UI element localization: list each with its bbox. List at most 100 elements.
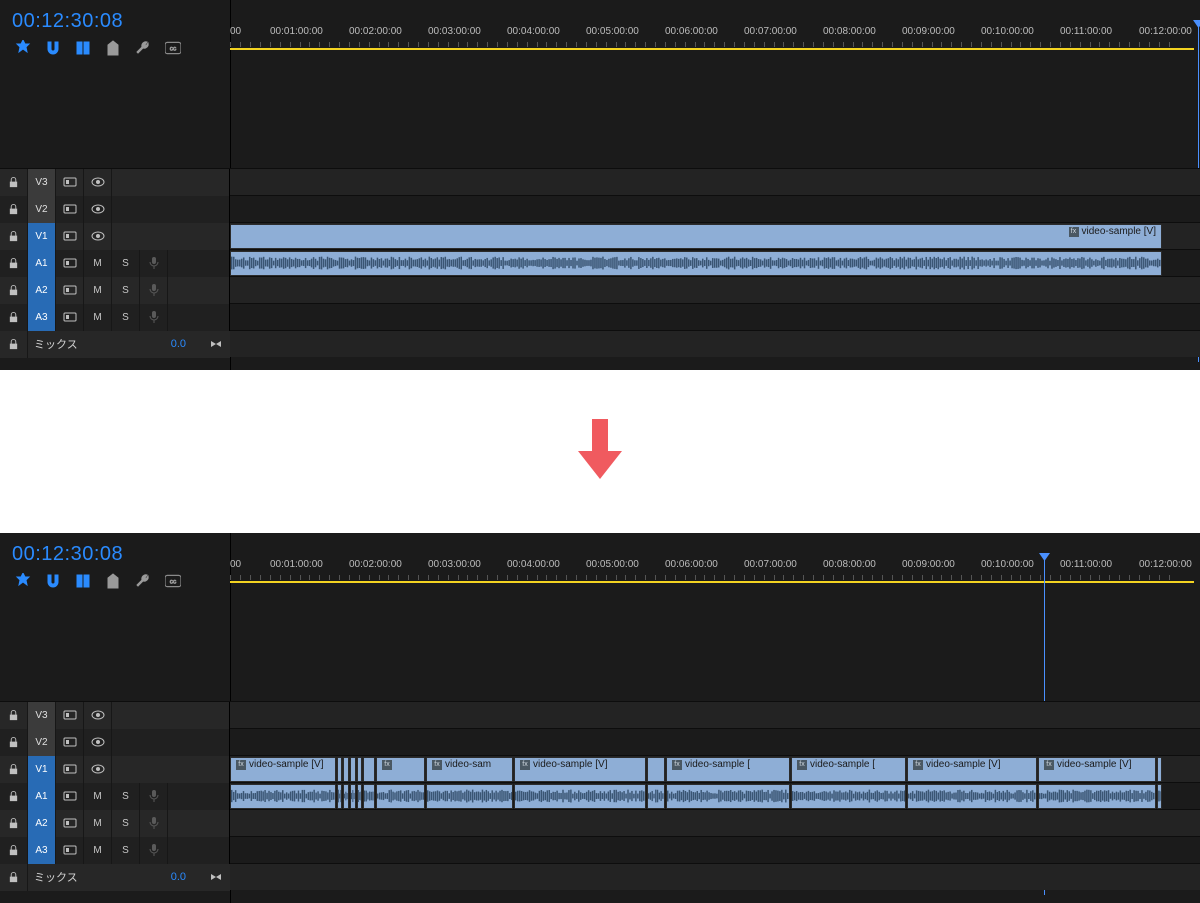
mute-button[interactable]: M (84, 837, 112, 864)
track-label[interactable]: A3 (28, 304, 56, 331)
audio-clip-segment[interactable] (230, 784, 336, 809)
video-clip-segment[interactable] (343, 757, 349, 782)
eye-icon[interactable] (84, 169, 112, 196)
video-clip-segment[interactable]: fxvideo-sample [V] (907, 757, 1037, 782)
video-clip-segment[interactable] (647, 757, 665, 782)
video-clip-segment[interactable]: fxvideo-sample [ (791, 757, 906, 782)
eye-icon[interactable] (84, 223, 112, 250)
mix-value[interactable]: 0.0 (171, 338, 202, 350)
lock-icon[interactable] (0, 864, 28, 891)
audio-clip-segment[interactable] (357, 784, 362, 809)
lock-icon[interactable] (0, 223, 28, 250)
solo-button[interactable]: S (112, 810, 140, 837)
lock-icon[interactable] (0, 810, 28, 837)
lock-icon[interactable] (0, 277, 28, 304)
solo-button[interactable]: S (112, 837, 140, 864)
track-label[interactable]: V2 (28, 729, 56, 756)
sync-lock-icon[interactable] (56, 304, 84, 331)
track-label[interactable]: A3 (28, 837, 56, 864)
track-label[interactable]: V3 (28, 702, 56, 729)
snap-icon[interactable] (14, 572, 32, 590)
marker-icon[interactable] (104, 39, 122, 57)
solo-button[interactable]: S (112, 304, 140, 331)
wrench-icon[interactable] (134, 39, 152, 57)
magnet-icon[interactable] (44, 39, 62, 57)
video-clip[interactable]: fxvideo-sample [V] (230, 224, 1162, 249)
sync-lock-icon[interactable] (56, 702, 84, 729)
video-clip-segment[interactable]: fxvideo-sample [ (666, 757, 790, 782)
eye-icon[interactable] (84, 756, 112, 783)
mute-button[interactable]: M (84, 810, 112, 837)
mic-icon[interactable] (140, 810, 168, 837)
mic-icon[interactable] (140, 304, 168, 331)
mic-icon[interactable] (140, 250, 168, 277)
cc-icon[interactable]: cc (164, 572, 182, 590)
lock-icon[interactable] (0, 169, 28, 196)
audio-clip-segment[interactable] (791, 784, 906, 809)
track-label[interactable]: A1 (28, 250, 56, 277)
eye-icon[interactable] (84, 702, 112, 729)
video-clip-segment[interactable] (1157, 757, 1162, 782)
video-clip-segment[interactable] (337, 757, 342, 782)
video-clip-segment[interactable]: fxvideo-sample [V] (230, 757, 336, 782)
sync-lock-icon[interactable] (56, 756, 84, 783)
video-clip-segment[interactable] (350, 757, 356, 782)
mic-icon[interactable] (140, 837, 168, 864)
marker-icon[interactable] (104, 572, 122, 590)
lock-icon[interactable] (0, 331, 28, 358)
linked-selection-icon[interactable] (74, 572, 92, 590)
track-label[interactable]: V3 (28, 169, 56, 196)
audio-clip-segment[interactable] (666, 784, 790, 809)
mic-icon[interactable] (140, 277, 168, 304)
expand-icon[interactable] (202, 338, 230, 350)
eye-icon[interactable] (84, 196, 112, 223)
sync-lock-icon[interactable] (56, 837, 84, 864)
sync-lock-icon[interactable] (56, 729, 84, 756)
mute-button[interactable]: M (84, 304, 112, 331)
sync-lock-icon[interactable] (56, 810, 84, 837)
time-ruler[interactable]: 0000:01:00:0000:02:00:0000:03:00:0000:04… (230, 24, 1200, 54)
eye-icon[interactable] (84, 729, 112, 756)
solo-button[interactable]: S (112, 277, 140, 304)
sync-lock-icon[interactable] (56, 250, 84, 277)
lock-icon[interactable] (0, 783, 28, 810)
audio-clip-segment[interactable] (514, 784, 646, 809)
audio-clip-segment[interactable] (907, 784, 1037, 809)
snap-icon[interactable] (14, 39, 32, 57)
linked-selection-icon[interactable] (74, 39, 92, 57)
audio-clip[interactable] (230, 251, 1162, 276)
mute-button[interactable]: M (84, 783, 112, 810)
sync-lock-icon[interactable] (56, 223, 84, 250)
track-label[interactable]: V1 (28, 756, 56, 783)
video-clip-segment[interactable] (363, 757, 375, 782)
sync-lock-icon[interactable] (56, 277, 84, 304)
mute-button[interactable]: M (84, 277, 112, 304)
track-label[interactable]: V2 (28, 196, 56, 223)
solo-button[interactable]: S (112, 783, 140, 810)
sync-lock-icon[interactable] (56, 783, 84, 810)
track-label[interactable]: A2 (28, 810, 56, 837)
sync-lock-icon[interactable] (56, 169, 84, 196)
audio-clip-segment[interactable] (376, 784, 425, 809)
audio-clip-segment[interactable] (350, 784, 356, 809)
video-clip-segment[interactable] (357, 757, 362, 782)
cc-icon[interactable]: cc (164, 39, 182, 57)
video-clip-segment[interactable]: fx (376, 757, 425, 782)
lock-icon[interactable] (0, 729, 28, 756)
mix-value[interactable]: 0.0 (171, 871, 202, 883)
audio-clip-segment[interactable] (337, 784, 342, 809)
lock-icon[interactable] (0, 837, 28, 864)
track-label[interactable]: A2 (28, 277, 56, 304)
audio-clip-segment[interactable] (363, 784, 375, 809)
video-clip-segment[interactable]: fxvideo-sam (426, 757, 513, 782)
lock-icon[interactable] (0, 702, 28, 729)
lock-icon[interactable] (0, 250, 28, 277)
mute-button[interactable]: M (84, 250, 112, 277)
audio-clip-segment[interactable] (1038, 784, 1156, 809)
time-ruler[interactable]: 0000:01:00:0000:02:00:0000:03:00:0000:04… (230, 557, 1200, 587)
video-clip-segment[interactable]: fxvideo-sample [V] (514, 757, 646, 782)
audio-clip-segment[interactable] (1157, 784, 1162, 809)
lock-icon[interactable] (0, 304, 28, 331)
wrench-icon[interactable] (134, 572, 152, 590)
magnet-icon[interactable] (44, 572, 62, 590)
